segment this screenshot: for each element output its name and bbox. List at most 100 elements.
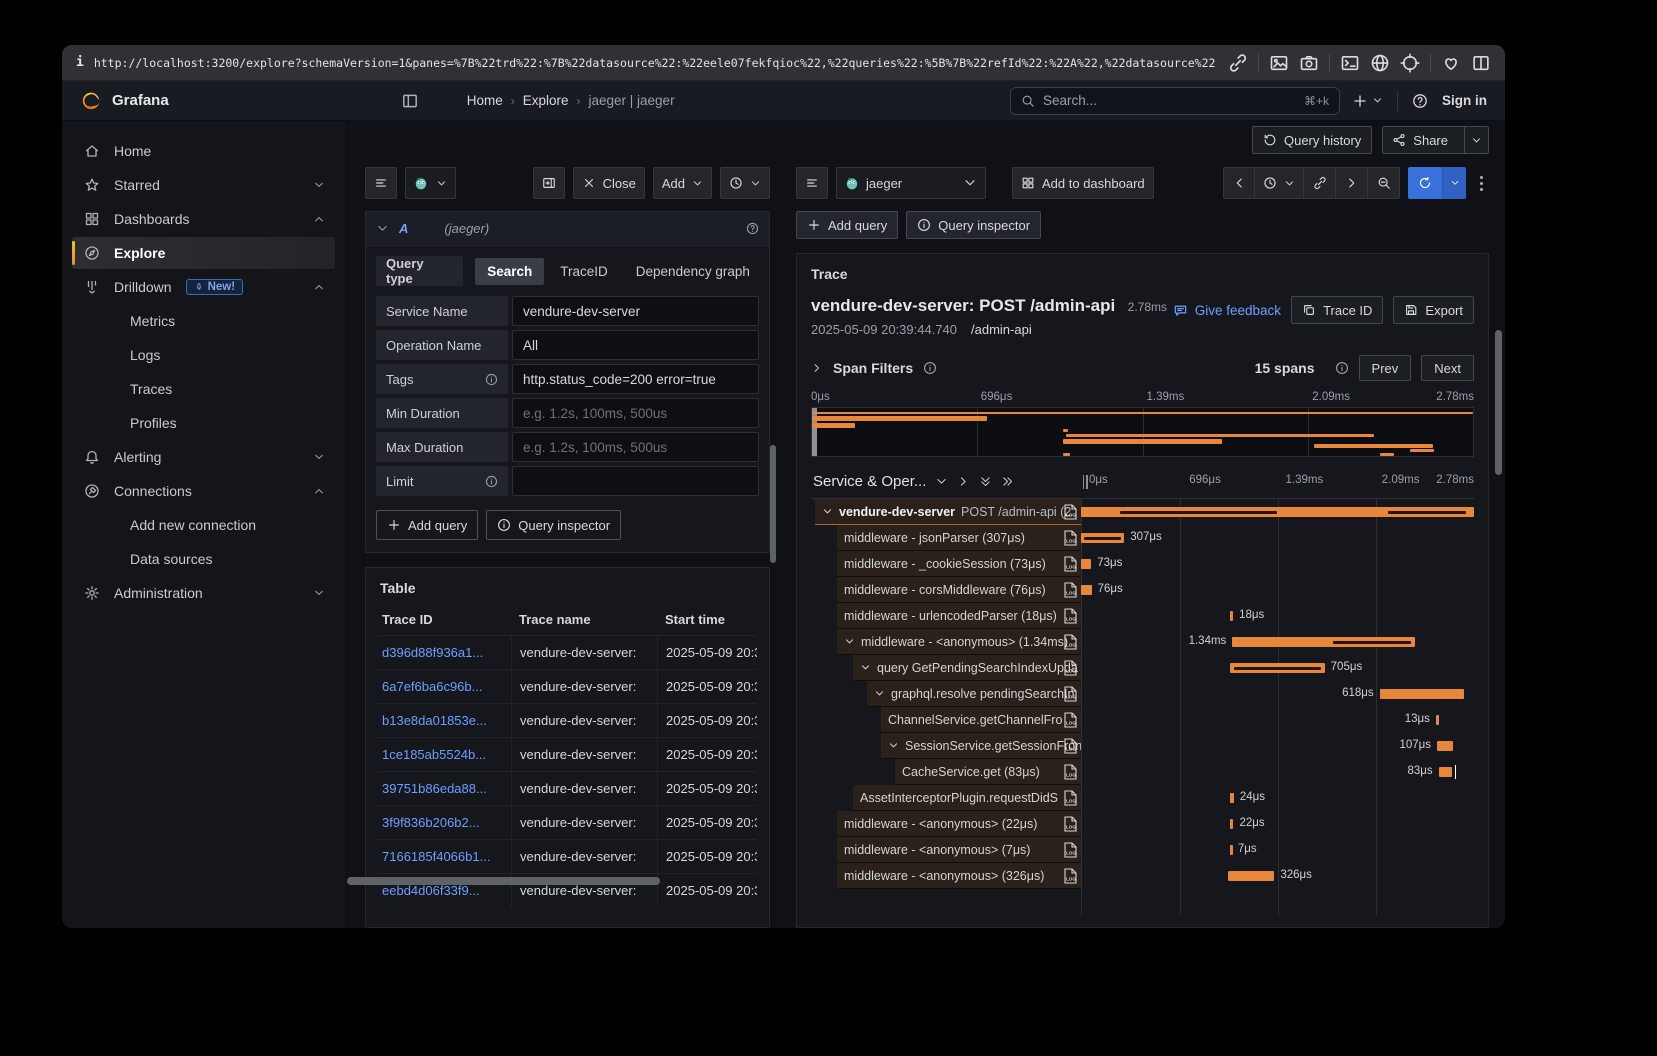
span-logs-icon[interactable]: LOG — [1064, 582, 1077, 598]
span-timeline-track[interactable]: 1.34ms — [1081, 629, 1474, 655]
query-history-button[interactable]: Query history — [1252, 126, 1372, 154]
span-name-cell[interactable]: middleware - <anonymous> (7μs)LOG — [837, 837, 1081, 863]
span-name-cell[interactable]: query GetPendingSearchIndexUpdaLOG — [853, 655, 1081, 681]
span-name-cell[interactable]: middleware - urlencodedParser (18μs)LOG — [837, 603, 1081, 629]
share-button[interactable]: Share — [1382, 126, 1489, 154]
trace-id-link[interactable]: d396d88f936a1... — [378, 645, 511, 660]
prev-span-button[interactable]: Prev — [1359, 355, 1412, 381]
span-logs-icon[interactable]: LOG — [1064, 504, 1077, 520]
span-logs-icon[interactable]: LOG — [1064, 608, 1077, 624]
column-header-trace-name[interactable]: Trace name — [511, 612, 657, 627]
add-dropdown-button[interactable]: Add — [653, 167, 712, 199]
sidebar-item-add-new-connection[interactable]: Add new connection — [72, 509, 335, 541]
heart-hands-icon[interactable] — [1441, 53, 1461, 73]
time-shift-forward-button[interactable] — [1336, 167, 1368, 199]
span-duration-bar[interactable] — [1439, 767, 1452, 777]
span-name-cell[interactable]: vendure-dev-serverPOST /admin-api (2LOG — [815, 499, 1081, 525]
span-timeline-track[interactable]: 83μs — [1081, 759, 1474, 785]
terminal-icon[interactable] — [1340, 53, 1360, 73]
collapse-query-icon[interactable] — [376, 222, 389, 235]
tab-dependency-graph[interactable]: Dependency graph — [624, 258, 759, 285]
span-logs-icon[interactable]: LOG — [1064, 556, 1077, 572]
trace-id-link[interactable]: eebd4d06f33f9... — [378, 883, 511, 898]
span-logs-icon[interactable]: LOG — [1064, 660, 1077, 676]
span-timeline-track[interactable]: 73μs — [1081, 551, 1474, 577]
share-dropdown[interactable] — [1464, 127, 1488, 153]
span-name-cell[interactable]: CacheService.get (83μs)LOG — [895, 759, 1081, 785]
query-row-header[interactable]: A (jaeger) — [366, 212, 769, 246]
breadcrumb-explore[interactable]: Explore — [523, 93, 569, 108]
span-name-cell[interactable]: middleware - <anonymous> (326μs)LOG — [837, 863, 1081, 889]
span-duration-bar[interactable] — [1437, 741, 1453, 751]
sign-in-button[interactable]: Sign in — [1442, 93, 1487, 108]
span-logs-icon[interactable]: LOG — [1064, 868, 1077, 884]
double-chevron-down-icon[interactable] — [979, 475, 992, 488]
sidebar-item-alerting[interactable]: Alerting — [72, 441, 335, 473]
span-duration-bar[interactable] — [1436, 715, 1439, 725]
camera-icon[interactable] — [1299, 53, 1319, 73]
span-timeline-track[interactable]: 107μs — [1081, 733, 1474, 759]
right-datasource-picker[interactable]: jaeger — [836, 167, 986, 199]
limit-input[interactable] — [512, 466, 759, 496]
next-span-button[interactable]: Next — [1421, 355, 1474, 381]
max-duration-input[interactable]: e.g. 1.2s, 100ms, 500us — [512, 432, 759, 462]
span-timeline-track[interactable]: 22μs — [1081, 811, 1474, 837]
span-name-cell[interactable]: middleware - jsonParser (307μs)LOG — [837, 525, 1081, 551]
column-resize-handle[interactable] — [1081, 475, 1089, 489]
help-icon[interactable] — [1412, 93, 1428, 109]
span-duration-bar[interactable] — [1081, 585, 1092, 595]
horizontal-scrollbar[interactable] — [347, 877, 660, 885]
span-duration-bar[interactable] — [1230, 845, 1233, 855]
trace-id-button[interactable]: Trace ID — [1291, 296, 1383, 324]
chevron-right-icon[interactable] — [811, 362, 823, 374]
span-timeline-track[interactable]: 18μs — [1081, 603, 1474, 629]
trace-minimap[interactable]: 0μs696μs1.39ms2.09ms2.78ms — [811, 391, 1474, 457]
chevron-down-icon[interactable] — [935, 475, 948, 488]
trace-id-link[interactable]: 39751b86eda88... — [378, 781, 511, 796]
min-duration-input[interactable]: e.g. 1.2s, 100ms, 500us — [512, 398, 759, 428]
sidebar-item-explore[interactable]: Explore — [72, 237, 335, 269]
span-duration-bar[interactable] — [1081, 533, 1124, 543]
query-rows-outline-button[interactable] — [796, 167, 828, 199]
add-query-button[interactable]: Add query — [376, 510, 478, 540]
span-duration-bar[interactable] — [1380, 689, 1464, 699]
span-name-cell[interactable]: middleware - <anonymous> (1.34ms)LOG — [837, 629, 1081, 655]
tab-traceid[interactable]: TraceID — [548, 258, 620, 285]
span-duration-bar[interactable] — [1081, 559, 1091, 569]
operation-name-input[interactable]: All — [512, 330, 759, 360]
span-logs-icon[interactable]: LOG — [1064, 712, 1077, 728]
breadcrumb-current[interactable]: jaeger | jaeger — [589, 93, 675, 108]
span-name-cell[interactable]: AssetInterceptorPlugin.requestDidSLOG — [853, 785, 1081, 811]
query-inspector-button[interactable]: Query inspector — [486, 510, 621, 540]
sidebar-toggle-icon[interactable] — [401, 92, 419, 110]
service-name-input[interactable]: vendure-dev-server — [512, 296, 759, 326]
span-logs-icon[interactable]: LOG — [1064, 530, 1077, 546]
url-text[interactable]: http://localhost:3200/explore?schemaVers… — [94, 56, 1218, 70]
span-name-cell[interactable]: middleware - _cookieSession (73μs)LOG — [837, 551, 1081, 577]
span-name-cell[interactable]: SessionService.getSessionFronLOG — [881, 733, 1081, 759]
search-input[interactable]: Search... ⌘+k — [1010, 87, 1340, 115]
column-header-start-time[interactable]: Start time — [657, 612, 757, 627]
span-logs-icon[interactable]: LOG — [1064, 816, 1077, 832]
crosshair-icon[interactable] — [1400, 53, 1420, 73]
split-view-icon[interactable] — [1471, 53, 1491, 73]
span-timeline-track[interactable]: 705μs — [1081, 655, 1474, 681]
export-button[interactable]: Export — [1393, 296, 1474, 324]
zoom-out-button[interactable] — [1368, 167, 1400, 199]
span-timeline-track[interactable]: 76μs — [1081, 577, 1474, 603]
span-filters-label[interactable]: Span Filters — [833, 360, 913, 376]
globe-icon[interactable] — [1370, 53, 1390, 73]
span-duration-bar[interactable] — [1232, 637, 1415, 647]
copy-link-icon[interactable] — [1228, 53, 1248, 73]
span-duration-bar[interactable] — [1081, 507, 1474, 517]
minimap-canvas[interactable] — [811, 407, 1474, 457]
sidebar-item-traces[interactable]: Traces — [72, 373, 335, 405]
column-header-trace-id[interactable]: Trace ID — [378, 612, 511, 627]
span-logs-icon[interactable]: LOG — [1064, 738, 1077, 754]
span-logs-icon[interactable]: LOG — [1064, 764, 1077, 780]
sidebar-item-data-sources[interactable]: Data sources — [72, 543, 335, 575]
left-datasource-picker[interactable] — [405, 167, 456, 199]
add-to-dashboard-button[interactable]: Add to dashboard — [1012, 167, 1154, 199]
span-logs-icon[interactable]: LOG — [1064, 790, 1077, 806]
span-timeline-track[interactable]: 24μs — [1081, 785, 1474, 811]
